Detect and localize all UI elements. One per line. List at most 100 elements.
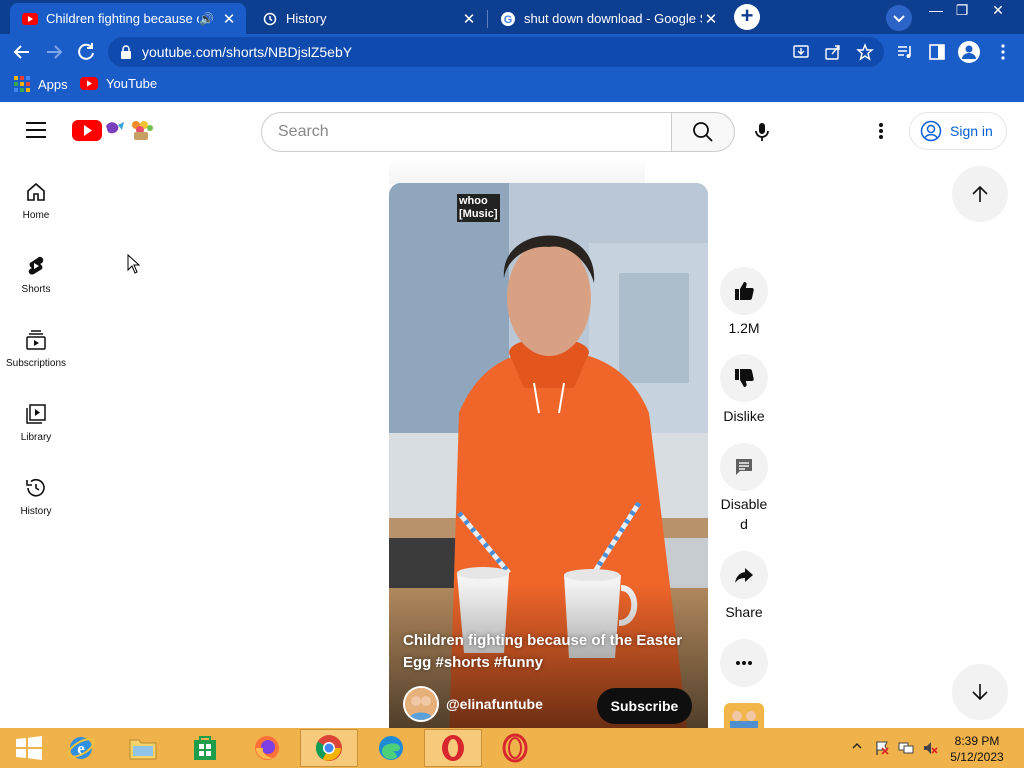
taskbar-clock[interactable]: 8:39 PM 5/12/2023 <box>946 733 1008 765</box>
reload-icon <box>78 43 94 60</box>
share-label: Share <box>725 604 763 620</box>
more-vert-icon <box>879 123 883 139</box>
tab-close-icon[interactable]: ✕ <box>702 10 720 28</box>
forward-arrow-icon <box>47 45 63 59</box>
youtube-favicon-icon <box>22 11 38 27</box>
firefox-button[interactable] <box>238 729 296 767</box>
install-app-icon[interactable] <box>792 43 810 61</box>
comment-icon <box>736 459 752 475</box>
sign-in-button[interactable]: Sign in <box>909 112 1007 150</box>
clock-time: 8:39 PM <box>954 734 1000 748</box>
tab-title: shut down download - Google Search <box>524 11 702 26</box>
tab-close-icon[interactable]: ✕ <box>460 10 478 28</box>
player-top-shadow <box>389 158 645 184</box>
arrow-down-icon <box>972 684 988 701</box>
chevron-down-icon <box>893 15 905 23</box>
dislike-button[interactable] <box>720 354 768 402</box>
show-hidden-icons-icon[interactable] <box>852 741 862 751</box>
bookmarks-bar: Apps YouTube <box>0 70 1024 102</box>
subscribe-button[interactable]: Subscribe <box>597 688 692 724</box>
tab-close-icon[interactable]: ✕ <box>220 10 238 28</box>
guide-item-home[interactable]: Home <box>0 180 72 221</box>
guide-label: Library <box>20 432 52 443</box>
audio-playing-icon[interactable]: 🔊 <box>199 12 214 26</box>
comments-label-line: d <box>740 516 748 532</box>
bookmark-youtube[interactable]: YouTube <box>80 76 157 91</box>
dislike-label: Dislike <box>723 408 765 424</box>
library-icon <box>26 404 46 424</box>
history-icon <box>26 478 45 497</box>
thumbs-down-icon <box>735 369 754 387</box>
new-tab-button[interactable]: + <box>734 4 760 30</box>
settings-menu-button[interactable] <box>876 122 886 145</box>
bookmark-star-icon[interactable] <box>856 43 874 61</box>
guide-item-library[interactable]: Library <box>0 402 72 443</box>
edge-button[interactable] <box>362 729 420 767</box>
url-text: youtube.com/shorts/NBDjslZ5ebY <box>142 44 353 60</box>
channel-name[interactable]: @elinafuntube <box>446 696 543 712</box>
more-actions-button[interactable] <box>720 639 768 687</box>
mouse-cursor-icon <box>127 254 141 274</box>
action-center-flag-icon[interactable] <box>874 740 890 756</box>
back-button[interactable] <box>10 40 34 64</box>
close-window-button[interactable]: ✕ <box>982 0 1014 22</box>
restore-button[interactable]: ❐ <box>946 0 978 22</box>
tab-search-button[interactable] <box>886 5 912 31</box>
short-title-line: Egg #shorts #funny <box>403 654 544 671</box>
tab-history[interactable]: History ✕ <box>250 3 486 34</box>
previous-short-button[interactable] <box>952 166 1008 222</box>
network-icon[interactable] <box>898 740 914 756</box>
share-icon[interactable] <box>824 43 842 61</box>
file-explorer-button[interactable] <box>114 729 172 767</box>
thumbs-up-icon <box>735 282 754 300</box>
voice-search-button[interactable] <box>750 120 774 149</box>
chrome-menu-icon[interactable] <box>994 43 1012 61</box>
next-short-button[interactable] <box>952 664 1008 720</box>
lock-icon <box>121 45 131 59</box>
tab-title: Children fighting because of the Easter … <box>46 11 199 26</box>
guide-label: History <box>20 506 52 517</box>
search-button[interactable] <box>671 112 735 152</box>
short-title[interactable]: Children fighting because of the Easter … <box>403 630 693 674</box>
share-button[interactable] <box>720 551 768 599</box>
edge-icon <box>379 736 403 760</box>
volume-muted-icon[interactable] <box>922 740 938 756</box>
comments-button[interactable] <box>720 443 768 491</box>
opera-gx-button[interactable] <box>486 729 544 767</box>
chrome-icon <box>315 735 342 761</box>
address-bar[interactable]: youtube.com/shorts/NBDjslZ5ebY <box>108 37 884 67</box>
search-input[interactable]: Search <box>261 112 672 152</box>
like-button[interactable] <box>720 267 768 315</box>
opera-button-pinned[interactable] <box>424 729 482 767</box>
firefox-icon <box>255 736 279 760</box>
side-panel-icon[interactable] <box>928 43 946 61</box>
store-button[interactable] <box>176 729 234 767</box>
reload-button[interactable] <box>74 40 98 64</box>
subscriptions-icon <box>26 330 46 350</box>
channel-avatar[interactable] <box>403 686 439 722</box>
guide-item-shorts[interactable]: Shorts <box>0 254 72 295</box>
bookmark-label: Apps <box>38 76 68 92</box>
media-controls-icon[interactable] <box>896 43 914 61</box>
sound-thumbnail[interactable] <box>724 703 764 728</box>
share-arrow-icon <box>735 568 753 583</box>
guide-item-history[interactable]: History <box>0 476 72 517</box>
youtube-logo[interactable] <box>72 116 160 149</box>
home-icon <box>27 182 45 201</box>
forward-button[interactable] <box>42 40 66 64</box>
start-button[interactable] <box>0 729 58 767</box>
internet-explorer-button[interactable]: e <box>52 729 110 767</box>
bookmark-label: YouTube <box>106 76 158 91</box>
like-count: 1.2M <box>728 320 760 336</box>
menu-icon[interactable] <box>26 122 46 143</box>
guide-item-subscriptions[interactable]: Subscriptions <box>0 328 72 369</box>
search-icon <box>693 122 713 142</box>
tab-youtube-short[interactable]: Children fighting because of the Easter … <box>10 3 246 34</box>
chrome-button[interactable] <box>300 729 358 767</box>
comments-disabled-label: Disable d <box>712 494 776 534</box>
bookmark-apps[interactable]: Apps <box>14 76 68 92</box>
internet-explorer-icon: e <box>67 737 95 759</box>
tab-google-search[interactable]: G shut down download - Google Search ✕ <box>488 3 728 34</box>
short-title-line: Children fighting because of the Easter <box>403 632 683 649</box>
profile-button[interactable] <box>958 41 980 63</box>
